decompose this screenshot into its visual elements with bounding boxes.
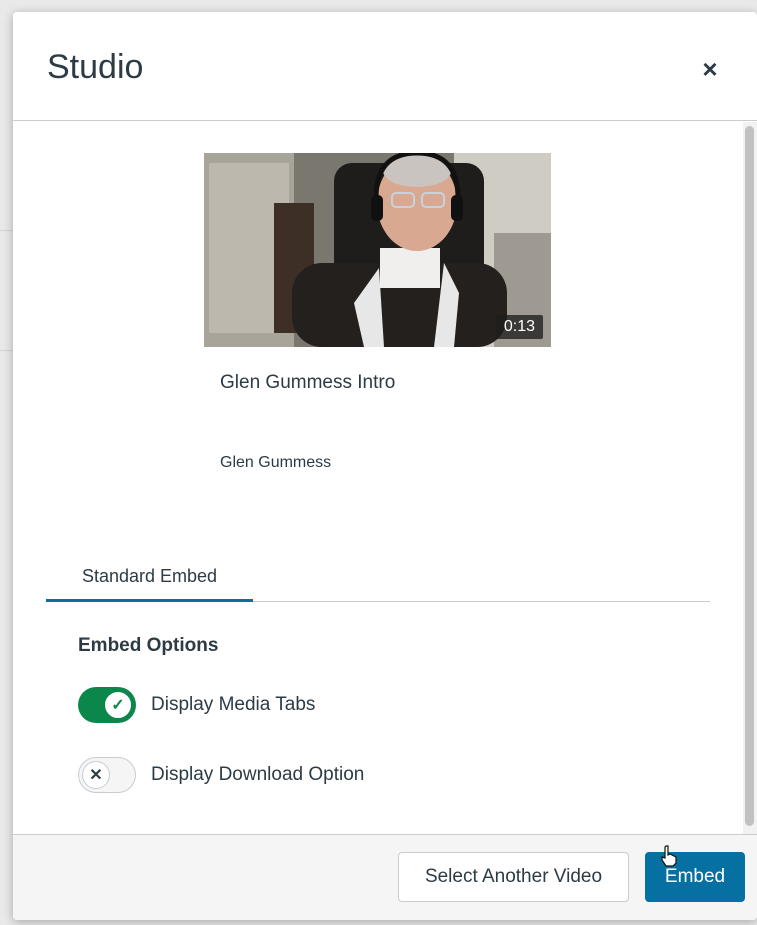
- x-icon: ✕: [82, 761, 110, 789]
- display-media-tabs-label: Display Media Tabs: [151, 694, 316, 715]
- modal-header: Studio ×: [13, 12, 757, 121]
- modal-footer: Select Another Video Embed: [13, 834, 757, 920]
- display-download-option-toggle-row[interactable]: ✕ Display Download Option: [78, 756, 364, 794]
- close-icon[interactable]: ×: [697, 56, 723, 82]
- embed-options-heading: Embed Options: [78, 635, 219, 656]
- embed-button[interactable]: Embed: [645, 852, 745, 902]
- tab-standard-embed[interactable]: Standard Embed: [46, 554, 253, 602]
- select-another-video-button[interactable]: Select Another Video: [398, 852, 629, 902]
- scrollbar[interactable]: [743, 122, 757, 836]
- video-duration: 0:13: [495, 315, 543, 339]
- scrollbar-thumb[interactable]: [745, 126, 754, 826]
- background-divider: [0, 350, 14, 351]
- checkmark-icon: ✓: [104, 691, 132, 719]
- modal-title: Studio: [47, 48, 144, 86]
- display-download-option-label: Display Download Option: [151, 764, 365, 785]
- video-title: Glen Gummess Intro: [220, 372, 396, 393]
- video-thumbnail[interactable]: 0:13: [204, 153, 551, 347]
- studio-modal: Studio × 0:13 Glen Gummess Intro Glen Gu…: [13, 12, 757, 920]
- background-divider: [0, 230, 14, 231]
- embed-tabs: Standard Embed: [46, 554, 710, 602]
- display-media-tabs-toggle[interactable]: ✓: [78, 687, 136, 723]
- display-media-tabs-toggle-row[interactable]: ✓ Display Media Tabs: [78, 686, 315, 724]
- modal-body: 0:13 Glen Gummess Intro Glen Gummess Sta…: [13, 122, 757, 836]
- video-author: Glen Gummess: [220, 454, 332, 471]
- display-download-option-toggle[interactable]: ✕: [78, 757, 136, 793]
